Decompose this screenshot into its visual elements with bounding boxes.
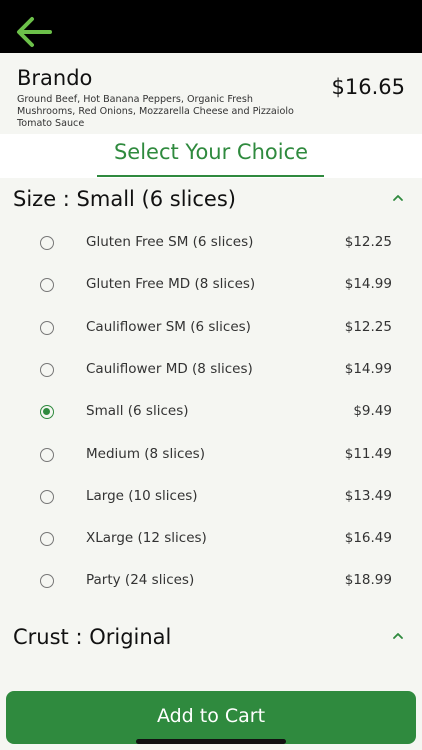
size-option[interactable]: Party (24 slices) $18.99 — [0, 561, 422, 603]
size-option-label: Gluten Free SM (6 slices) — [86, 234, 254, 250]
size-option-price: $12.25 — [344, 318, 392, 335]
size-option-label: Medium (8 slices) — [86, 445, 205, 462]
size-option-price: $18.99 — [344, 572, 392, 589]
size-option[interactable]: Small (6 slices) $9.49 — [0, 392, 422, 434]
radio-button[interactable] — [40, 236, 54, 250]
chevron-up-icon[interactable] — [391, 191, 405, 205]
size-option-price: $12.25 — [344, 234, 392, 250]
size-option[interactable]: XLarge (12 slices) $16.49 — [0, 519, 422, 561]
size-option-price: $16.49 — [344, 530, 392, 547]
size-option-label: Party (24 slices) — [86, 572, 195, 589]
top-bar — [0, 0, 422, 53]
size-option[interactable]: Cauliflower SM (6 slices) $12.25 — [0, 308, 422, 350]
size-option-label: Large (10 slices) — [86, 487, 198, 504]
back-button[interactable] — [14, 14, 54, 50]
size-option-label: Cauliflower MD (8 slices) — [86, 360, 253, 377]
crust-section-title: Crust : Original — [13, 625, 172, 649]
crust-section-header[interactable]: Crust : Original — [0, 619, 422, 659]
radio-button[interactable] — [40, 489, 54, 504]
product-description: Ground Beef, Hot Banana Peppers, Organic… — [17, 94, 294, 129]
add-to-cart-button[interactable]: Add to Cart — [6, 691, 416, 744]
product-name: Brando — [17, 66, 93, 90]
product-info: Brando Ground Beef, Hot Banana Peppers, … — [0, 53, 422, 134]
size-option-label: Gluten Free MD (8 slices) — [86, 276, 256, 293]
size-option-label: Cauliflower SM (6 slices) — [86, 318, 251, 335]
radio-button[interactable] — [40, 362, 54, 377]
size-option-price: $11.49 — [344, 445, 392, 462]
choice-underline — [97, 175, 324, 177]
size-option-price: $13.49 — [344, 487, 392, 504]
radio-button[interactable] — [40, 447, 54, 462]
size-option-label: Small (6 slices) — [86, 403, 189, 420]
size-option[interactable]: Cauliflower MD (8 slices) $14.99 — [0, 350, 422, 392]
product-price: $16.65 — [331, 75, 405, 99]
choice-title: Select Your Choice — [113, 140, 309, 164]
size-option[interactable]: Gluten Free MD (8 slices) $14.99 — [0, 265, 422, 307]
radio-button[interactable] — [40, 532, 54, 547]
choice-header: Select Your Choice — [0, 134, 422, 178]
size-section-header[interactable]: Size : Small (6 slices) — [0, 181, 422, 221]
radio-button[interactable] — [40, 278, 54, 293]
chevron-up-icon[interactable] — [391, 629, 405, 643]
size-option-price: $9.49 — [353, 403, 392, 420]
size-option-label: XLarge (12 slices) — [86, 530, 207, 547]
home-indicator — [136, 739, 286, 744]
radio-button[interactable] — [40, 405, 54, 420]
size-option-price: $14.99 — [344, 360, 392, 377]
arrow-left-icon — [17, 17, 52, 47]
add-to-cart-label: Add to Cart — [156, 705, 266, 727]
radio-button[interactable] — [40, 574, 54, 589]
size-option[interactable]: Large (10 slices) $13.49 — [0, 477, 422, 519]
size-option[interactable]: Medium (8 slices) $11.49 — [0, 435, 422, 477]
size-section-title: Size : Small (6 slices) — [13, 187, 236, 211]
size-option-price: $14.99 — [344, 276, 392, 293]
radio-button[interactable] — [40, 320, 54, 335]
size-option[interactable]: Gluten Free SM (6 slices) $12.25 — [0, 223, 422, 265]
